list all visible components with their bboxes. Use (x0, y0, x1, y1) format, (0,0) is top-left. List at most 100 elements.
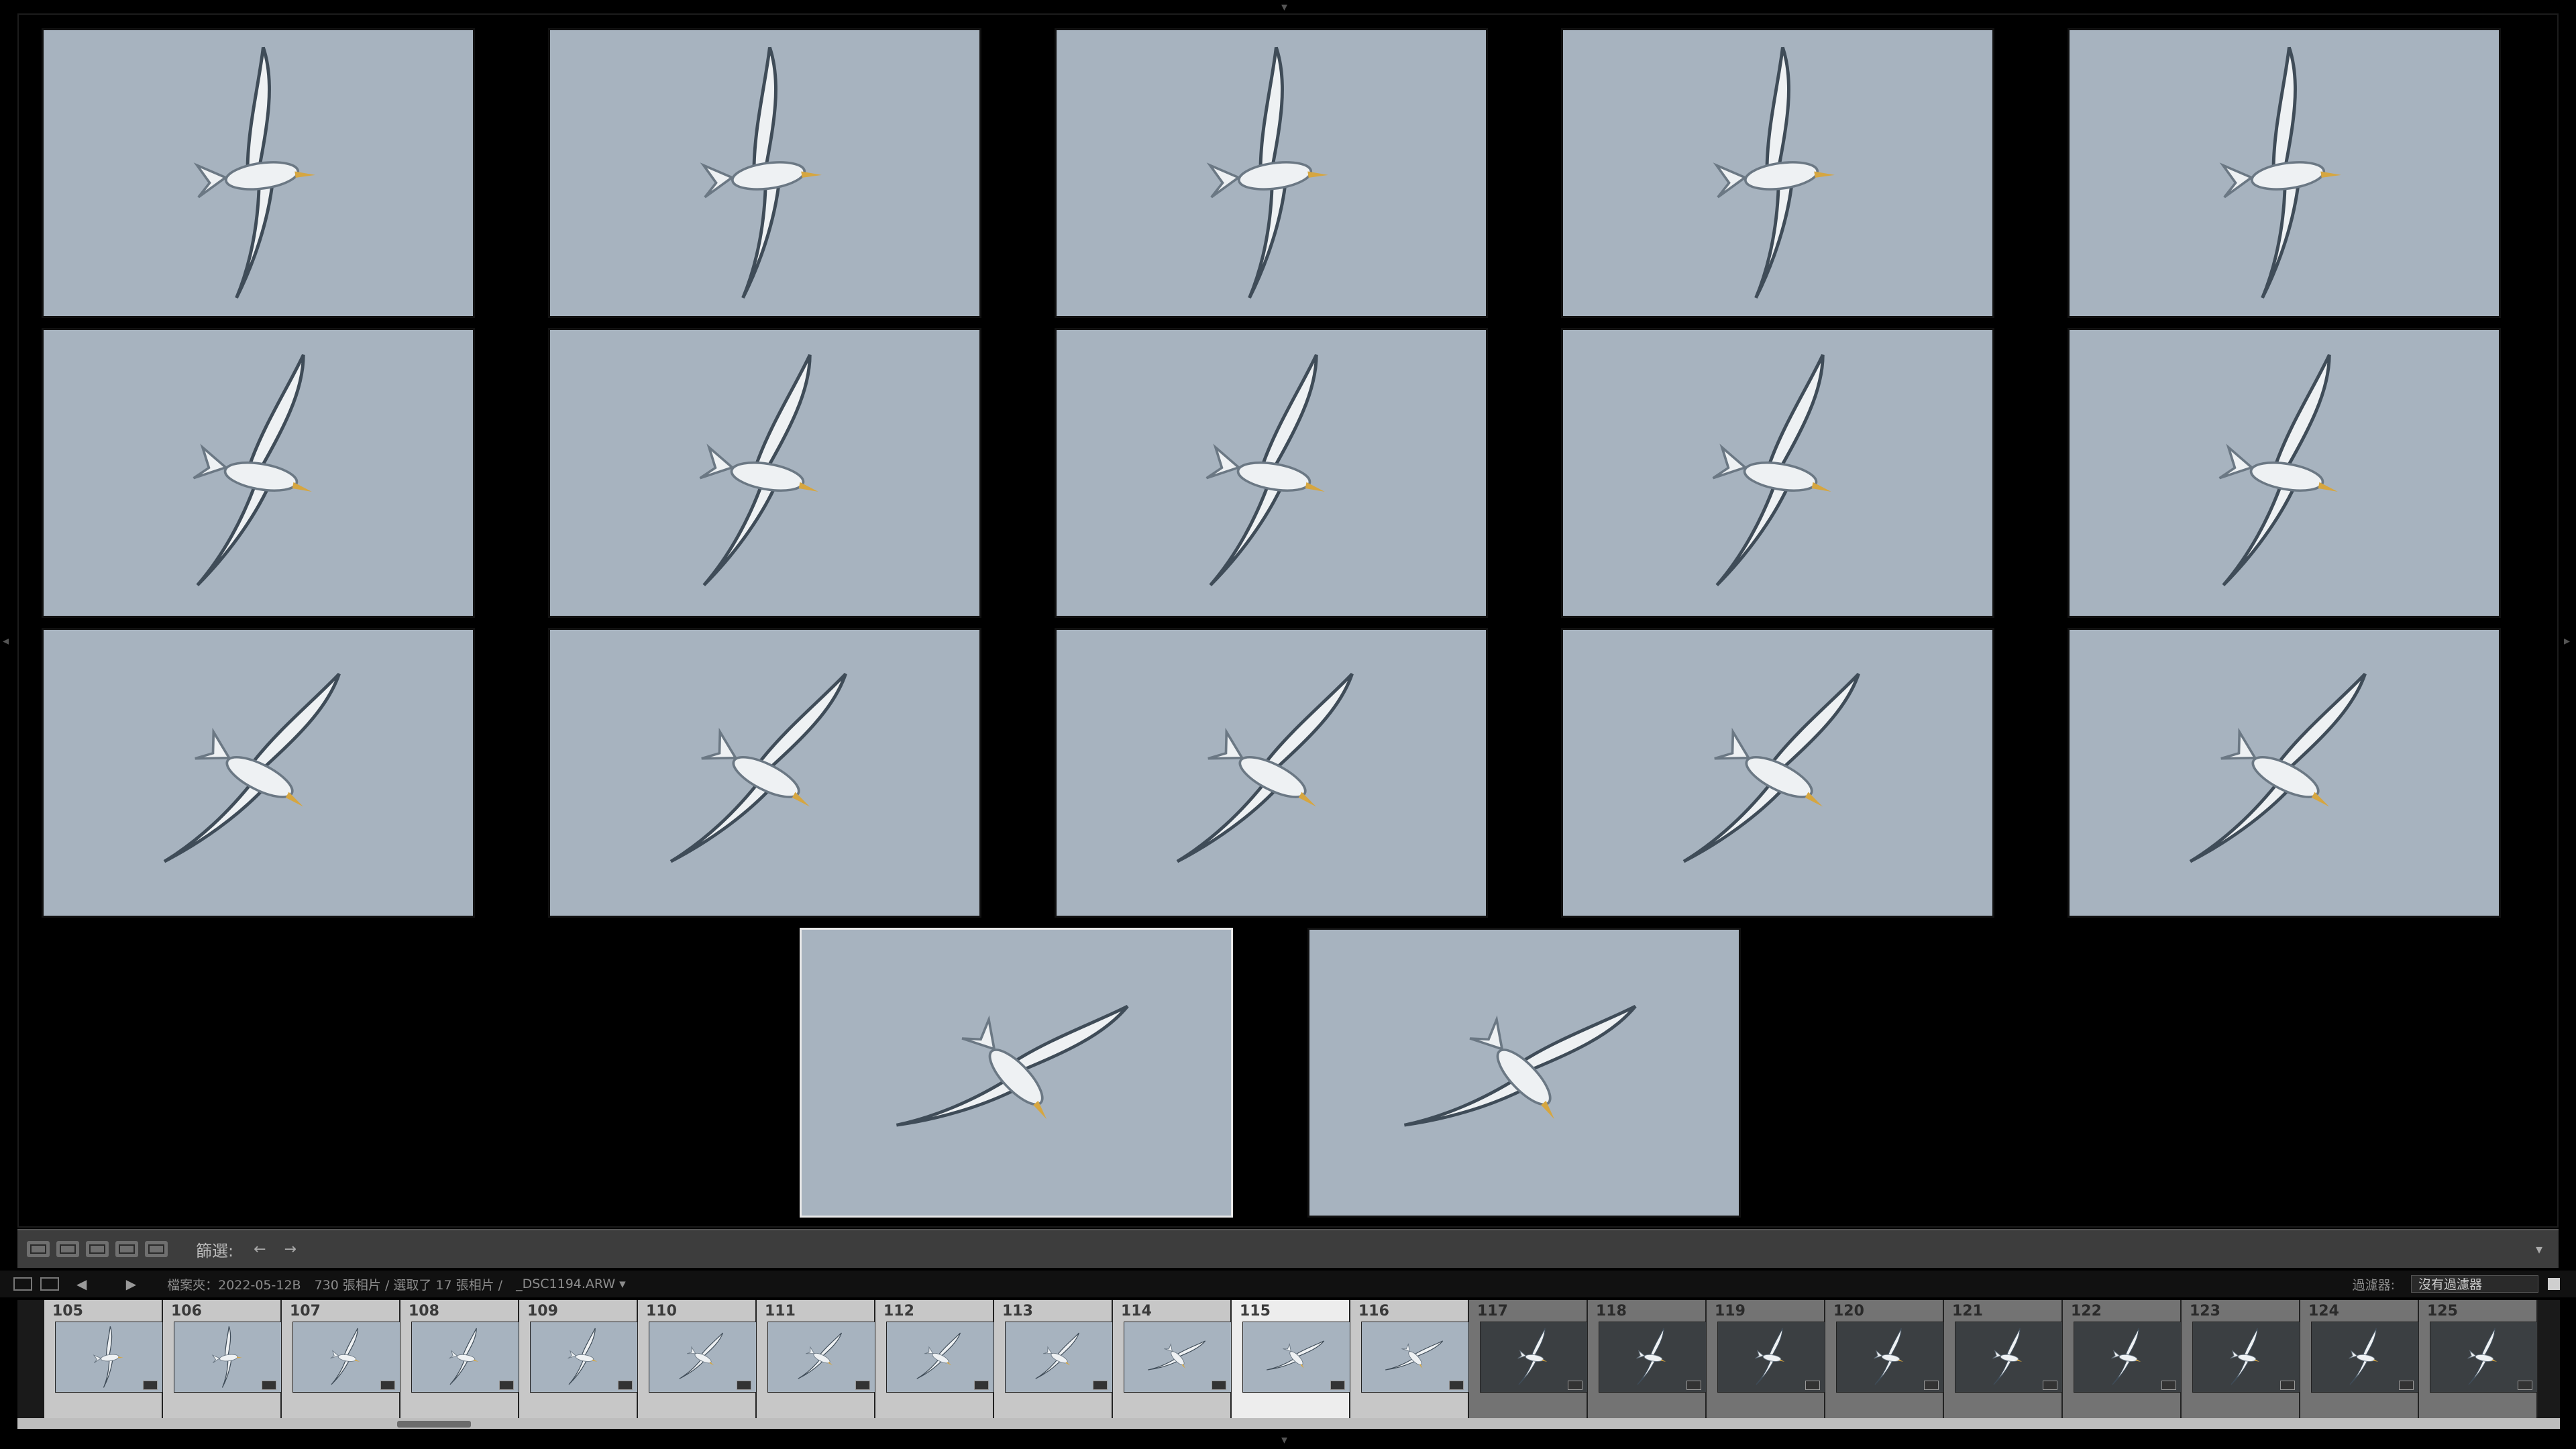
current-file[interactable]: _DSC1194.ARW (516, 1277, 615, 1291)
survey-thumbnail[interactable] (1055, 28, 1488, 318)
filmstrip-cell-number: 124 (2308, 1303, 2339, 1320)
edit-badge-icon (1924, 1381, 1939, 1390)
survey-thumbnail[interactable] (548, 28, 981, 318)
toolbar-menu-arrow[interactable]: ▾ (2536, 1241, 2542, 1257)
filmstrip-cell[interactable]: 125 (2419, 1300, 2538, 1418)
filmstrip-cell[interactable]: 114 (1113, 1300, 1232, 1418)
survey-thumbnail[interactable] (1561, 328, 1994, 618)
loupe-view-icon[interactable] (56, 1241, 79, 1257)
compare-view-icon[interactable] (86, 1241, 109, 1257)
edit-badge-icon (618, 1381, 633, 1390)
filmstrip-cell-number: 108 (409, 1303, 439, 1320)
bird-photo (2070, 330, 2499, 616)
survey-thumbnail[interactable] (800, 928, 1233, 1218)
bird-photo (1057, 330, 1486, 616)
survey-thumbnail[interactable] (1307, 928, 1741, 1218)
photo-count: 730 張相片 / 選取了 17 張相片 / (314, 1277, 503, 1293)
bird-photo (550, 330, 979, 616)
file-menu-arrow[interactable]: ▾ (619, 1277, 626, 1291)
filmstrip-cell[interactable]: 105 (44, 1300, 163, 1418)
filmstrip-cell[interactable]: 110 (638, 1300, 757, 1418)
filmstrip-cell[interactable]: 122 (2063, 1300, 2182, 1418)
filmstrip-cell[interactable]: 107 (282, 1300, 400, 1418)
survey-thumbnail[interactable] (548, 628, 981, 918)
filmstrip-cell[interactable]: 124 (2300, 1300, 2419, 1418)
survey-thumbnail[interactable] (42, 628, 475, 918)
filmstrip-header: ◀ ▶ 檔案夾：2022-05-12B 730 張相片 / 選取了 17 張相片… (0, 1271, 2576, 1297)
filmstrip-cell[interactable]: 121 (1944, 1300, 2063, 1418)
survey-thumbnail[interactable] (42, 328, 475, 618)
survey-thumbnail[interactable] (2068, 28, 2501, 318)
survey-thumbnail[interactable] (2068, 328, 2501, 618)
bird-photo (1563, 30, 1992, 316)
filmstrip-cell-number: 120 (1833, 1303, 1864, 1320)
bottom-panel-toggle-icon[interactable]: ▾ (1281, 1433, 1287, 1447)
bird-photo (802, 930, 1231, 1216)
filter-label: 過濾器: (2352, 1277, 2395, 1293)
right-panel-toggle-icon[interactable]: ▸ (2564, 634, 2570, 648)
bird-photo (44, 630, 473, 916)
top-panel-toggle-icon[interactable]: ▾ (1281, 0, 1287, 14)
main-window-icon[interactable] (13, 1277, 32, 1291)
bird-photo (1563, 630, 1992, 916)
bird-photo (44, 330, 473, 616)
filmstrip-cell-number: 109 (527, 1303, 558, 1320)
filmstrip-cell[interactable]: 113 (994, 1300, 1113, 1418)
filmstrip-scroll-thumb[interactable] (397, 1421, 471, 1428)
filmstrip-cell[interactable]: 115 (1232, 1300, 1350, 1418)
filmstrip-cell[interactable]: 116 (1350, 1300, 1469, 1418)
edit-badge-icon (737, 1381, 751, 1390)
filmstrip-scrollbar[interactable] (17, 1418, 2560, 1429)
filmstrip-cell[interactable]: 108 (400, 1300, 519, 1418)
edit-badge-icon (1805, 1381, 1820, 1390)
filmstrip-cell-number: 122 (2071, 1303, 2102, 1320)
edit-badge-icon (2399, 1381, 2414, 1390)
filmstrip-cell[interactable]: 120 (1825, 1300, 1944, 1418)
filmstrip-cell[interactable]: 112 (875, 1300, 994, 1418)
filmstrip-cell-number: 116 (1358, 1303, 1389, 1320)
filmstrip-cell[interactable]: 119 (1707, 1300, 1825, 1418)
second-window-icon[interactable] (40, 1277, 59, 1291)
bird-photo (1057, 30, 1486, 316)
edit-badge-icon (1449, 1381, 1464, 1390)
grid-view-icon[interactable] (27, 1241, 50, 1257)
filmstrip-cell[interactable]: 111 (757, 1300, 875, 1418)
left-panel-toggle-icon[interactable]: ◂ (3, 634, 9, 648)
edit-badge-icon (2518, 1381, 2532, 1390)
source-folder[interactable]: 檔案夾：2022-05-12B (167, 1275, 301, 1293)
edit-badge-icon (2161, 1381, 2176, 1390)
filmstrip-cell-number: 123 (2190, 1303, 2220, 1320)
filmstrip-cell-number: 121 (1952, 1303, 1983, 1320)
filmstrip-cell-number: 106 (171, 1303, 202, 1320)
edit-badge-icon (380, 1381, 395, 1390)
filter-lock-icon[interactable] (2548, 1278, 2560, 1290)
people-view-icon[interactable] (145, 1241, 168, 1257)
edit-badge-icon (499, 1381, 514, 1390)
bird-photo (2070, 30, 2499, 316)
survey-thumbnail[interactable] (2068, 628, 2501, 918)
edit-badge-icon (1212, 1381, 1226, 1390)
edit-badge-icon (262, 1381, 276, 1390)
filmstrip-cell[interactable]: 123 (2182, 1300, 2300, 1418)
filter-select[interactable]: 沒有過濾器 (2411, 1275, 2538, 1293)
sort-direction-arrows[interactable]: ← → (254, 1241, 303, 1258)
edit-badge-icon (1568, 1381, 1582, 1390)
edit-badge-icon (974, 1381, 989, 1390)
filmstrip-cell[interactable]: 106 (163, 1300, 282, 1418)
filmstrip-cell[interactable]: 109 (519, 1300, 638, 1418)
filmstrip-nav-arrows[interactable]: ◀ ▶ (76, 1276, 154, 1292)
survey-view-icon[interactable] (115, 1241, 138, 1257)
bird-photo (44, 30, 473, 316)
survey-thumbnail[interactable] (1561, 628, 1994, 918)
survey-thumbnail[interactable] (42, 28, 475, 318)
filmstrip-cell[interactable]: 117 (1469, 1300, 1588, 1418)
survey-thumbnail[interactable] (1561, 28, 1994, 318)
filmstrip-cell-number: 105 (52, 1303, 83, 1320)
survey-thumbnail[interactable] (1055, 328, 1488, 618)
survey-thumbnail[interactable] (548, 328, 981, 618)
filmstrip-cell[interactable]: 118 (1588, 1300, 1707, 1418)
survey-thumbnail[interactable] (1055, 628, 1488, 918)
bird-photo (1563, 330, 1992, 616)
filmstrip-cell-number: 115 (1240, 1303, 1271, 1320)
bird-photo (550, 630, 979, 916)
